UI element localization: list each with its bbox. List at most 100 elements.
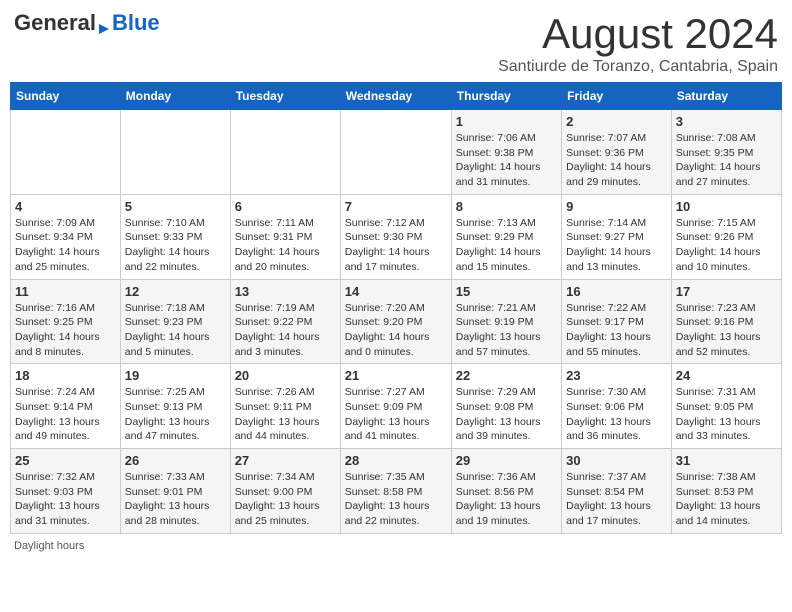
- day-info: Sunrise: 7:13 AMSunset: 9:29 PMDaylight:…: [456, 216, 557, 275]
- day-number: 11: [15, 284, 116, 299]
- day-info: Sunrise: 7:29 AMSunset: 9:08 PMDaylight:…: [456, 385, 557, 444]
- calendar-cell: 3 Sunrise: 7:08 AMSunset: 9:35 PMDaylight…: [671, 110, 781, 195]
- calendar-cell: 8 Sunrise: 7:13 AMSunset: 9:29 PMDaylight…: [451, 194, 561, 279]
- day-number: 27: [235, 453, 336, 468]
- day-number: 28: [345, 453, 447, 468]
- week-row-4: 18 Sunrise: 7:24 AMSunset: 9:14 PMDayligh…: [11, 364, 782, 449]
- day-number: 31: [676, 453, 777, 468]
- logo-general-text: General: [14, 10, 96, 36]
- daylight-label: Daylight hours: [14, 540, 84, 552]
- day-number: 24: [676, 368, 777, 383]
- day-info: Sunrise: 7:27 AMSunset: 9:09 PMDaylight:…: [345, 385, 447, 444]
- day-number: 30: [566, 453, 667, 468]
- calendar-cell: 7Sunrise: 7:12 AMSunset: 9:30 PMDaylight…: [340, 194, 451, 279]
- day-number: 9: [566, 199, 667, 214]
- calendar-header: SundayMondayTuesdayWednesdayThursdayFrid…: [11, 83, 782, 110]
- week-row-3: 11 Sunrise: 7:16 AMSunset: 9:25 PMDayligh…: [11, 279, 782, 364]
- logo: General Blue: [14, 10, 160, 36]
- day-number: 25: [15, 453, 116, 468]
- day-header-tuesday: Tuesday: [230, 83, 340, 110]
- calendar-cell: [120, 110, 230, 195]
- day-number: 29: [456, 453, 557, 468]
- day-info: Sunrise: 7:06 AMSunset: 9:38 PMDaylight:…: [456, 131, 557, 190]
- day-info: Sunrise: 7:33 AMSunset: 9:01 PMDaylight:…: [125, 470, 226, 529]
- day-info: Sunrise: 7:31 AMSunset: 9:05 PMDaylight:…: [676, 385, 777, 444]
- day-info: Sunrise: 7:36 AMSunset: 8:56 PMDaylight:…: [456, 470, 557, 529]
- calendar-cell: 25Sunrise: 7:32 AMSunset: 9:03 PMDayligh…: [11, 449, 121, 534]
- day-header-monday: Monday: [120, 83, 230, 110]
- calendar-cell: 9Sunrise: 7:14 AMSunset: 9:27 PMDaylight…: [562, 194, 672, 279]
- day-info: Sunrise: 7:11 AMSunset: 9:31 PMDaylight:…: [235, 216, 336, 275]
- day-number: 26: [125, 453, 226, 468]
- day-info: Sunrise: 7:24 AMSunset: 9:14 PMDaylight:…: [15, 385, 116, 444]
- calendar-cell: 6 Sunrise: 7:11 AMSunset: 9:31 PMDaylight…: [230, 194, 340, 279]
- day-number: 5: [125, 199, 226, 214]
- title-block: August 2024 Santiurde de Toranzo, Cantab…: [498, 10, 778, 76]
- day-info: Sunrise: 7:15 AMSunset: 9:26 PMDaylight:…: [676, 216, 777, 275]
- day-number: 1: [456, 114, 557, 129]
- subtitle: Santiurde de Toranzo, Cantabria, Spain: [498, 58, 778, 76]
- day-info: Sunrise: 7:37 AMSunset: 8:54 PMDaylight:…: [566, 470, 667, 529]
- day-info: Sunrise: 7:30 AMSunset: 9:06 PMDaylight:…: [566, 385, 667, 444]
- calendar-cell: 22 Sunrise: 7:29 AMSunset: 9:08 PMDayligh…: [451, 364, 561, 449]
- day-info: Sunrise: 7:16 AMSunset: 9:25 PMDaylight:…: [15, 301, 116, 360]
- calendar-cell: 17 Sunrise: 7:23 AMSunset: 9:16 PMDayligh…: [671, 279, 781, 364]
- day-info: Sunrise: 7:21 AMSunset: 9:19 PMDaylight:…: [456, 301, 557, 360]
- day-info: Sunrise: 7:07 AMSunset: 9:36 PMDaylight:…: [566, 131, 667, 190]
- calendar-cell: 27Sunrise: 7:34 AMSunset: 9:00 PMDayligh…: [230, 449, 340, 534]
- calendar-cell: 14Sunrise: 7:20 AMSunset: 9:20 PMDayligh…: [340, 279, 451, 364]
- calendar-cell: 23 Sunrise: 7:30 AMSunset: 9:06 PMDayligh…: [562, 364, 672, 449]
- day-number: 16: [566, 284, 667, 299]
- day-info: Sunrise: 7:19 AMSunset: 9:22 PMDaylight:…: [235, 301, 336, 360]
- calendar-cell: 20 Sunrise: 7:26 AMSunset: 9:11 PMDayligh…: [230, 364, 340, 449]
- calendar-cell: 29 Sunrise: 7:36 AMSunset: 8:56 PMDayligh…: [451, 449, 561, 534]
- calendar-body: 1 Sunrise: 7:06 AMSunset: 9:38 PMDaylight…: [11, 110, 782, 534]
- calendar-cell: 28 Sunrise: 7:35 AMSunset: 8:58 PMDayligh…: [340, 449, 451, 534]
- day-info: Sunrise: 7:22 AMSunset: 9:17 PMDaylight:…: [566, 301, 667, 360]
- day-info: Sunrise: 7:25 AMSunset: 9:13 PMDaylight:…: [125, 385, 226, 444]
- day-info: Sunrise: 7:35 AMSunset: 8:58 PMDaylight:…: [345, 470, 447, 529]
- day-info: Sunrise: 7:12 AMSunset: 9:30 PMDaylight:…: [345, 216, 447, 275]
- calendar-cell: 26 Sunrise: 7:33 AMSunset: 9:01 PMDayligh…: [120, 449, 230, 534]
- calendar-cell: 2 Sunrise: 7:07 AMSunset: 9:36 PMDaylight…: [562, 110, 672, 195]
- calendar-cell: 4 Sunrise: 7:09 AMSunset: 9:34 PMDaylight…: [11, 194, 121, 279]
- calendar-cell: 30 Sunrise: 7:37 AMSunset: 8:54 PMDayligh…: [562, 449, 672, 534]
- logo-blue-text: Blue: [112, 10, 160, 36]
- week-row-1: 1 Sunrise: 7:06 AMSunset: 9:38 PMDaylight…: [11, 110, 782, 195]
- day-info: Sunrise: 7:09 AMSunset: 9:34 PMDaylight:…: [15, 216, 116, 275]
- day-info: Sunrise: 7:18 AMSunset: 9:23 PMDaylight:…: [125, 301, 226, 360]
- day-number: 20: [235, 368, 336, 383]
- day-info: Sunrise: 7:38 AMSunset: 8:53 PMDaylight:…: [676, 470, 777, 529]
- day-header-saturday: Saturday: [671, 83, 781, 110]
- day-info: Sunrise: 7:10 AMSunset: 9:33 PMDaylight:…: [125, 216, 226, 275]
- calendar-cell: 16 Sunrise: 7:22 AMSunset: 9:17 PMDayligh…: [562, 279, 672, 364]
- logo-icon: [97, 22, 111, 36]
- day-number: 10: [676, 199, 777, 214]
- day-number: 13: [235, 284, 336, 299]
- day-number: 12: [125, 284, 226, 299]
- day-number: 3: [676, 114, 777, 129]
- day-number: 14: [345, 284, 447, 299]
- day-number: 8: [456, 199, 557, 214]
- footer: Daylight hours: [10, 540, 782, 552]
- day-number: 6: [235, 199, 336, 214]
- day-number: 23: [566, 368, 667, 383]
- week-row-5: 25Sunrise: 7:32 AMSunset: 9:03 PMDayligh…: [11, 449, 782, 534]
- day-number: 2: [566, 114, 667, 129]
- day-number: 22: [456, 368, 557, 383]
- day-info: Sunrise: 7:23 AMSunset: 9:16 PMDaylight:…: [676, 301, 777, 360]
- calendar-cell: 11 Sunrise: 7:16 AMSunset: 9:25 PMDayligh…: [11, 279, 121, 364]
- day-header-wednesday: Wednesday: [340, 83, 451, 110]
- page-header: General Blue August 2024 Santiurde de To…: [10, 10, 782, 76]
- day-number: 17: [676, 284, 777, 299]
- calendar-cell: [11, 110, 121, 195]
- day-number: 15: [456, 284, 557, 299]
- day-number: 18: [15, 368, 116, 383]
- day-info: Sunrise: 7:08 AMSunset: 9:35 PMDaylight:…: [676, 131, 777, 190]
- day-header-thursday: Thursday: [451, 83, 561, 110]
- day-info: Sunrise: 7:26 AMSunset: 9:11 PMDaylight:…: [235, 385, 336, 444]
- calendar-cell: [340, 110, 451, 195]
- calendar-cell: 19Sunrise: 7:25 AMSunset: 9:13 PMDayligh…: [120, 364, 230, 449]
- calendar-table: SundayMondayTuesdayWednesdayThursdayFrid…: [10, 82, 782, 534]
- day-number: 4: [15, 199, 116, 214]
